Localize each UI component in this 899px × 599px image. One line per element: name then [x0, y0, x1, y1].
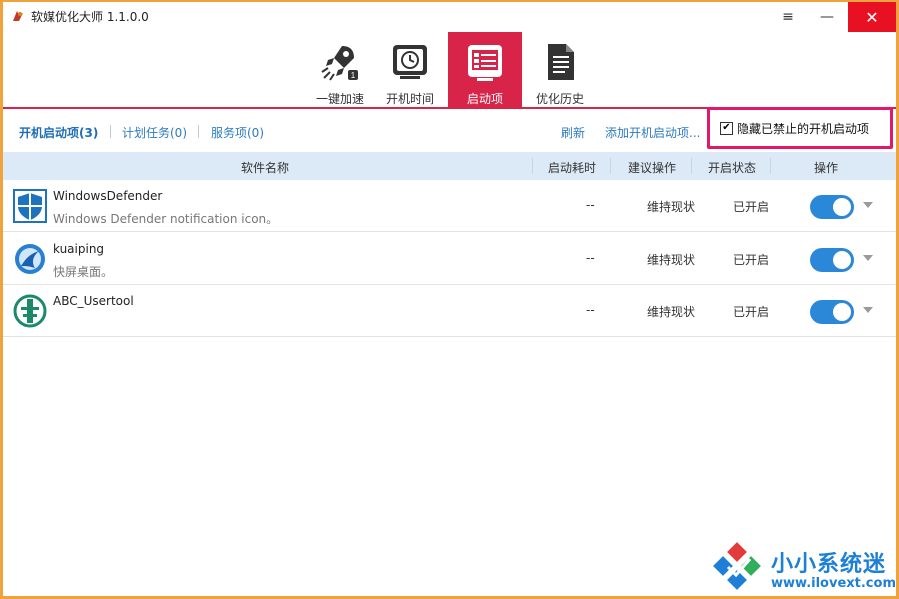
- divider: [610, 158, 611, 174]
- startup-list-icon: [468, 45, 502, 81]
- row-name: kuaiping: [53, 242, 105, 256]
- svg-text:1: 1: [351, 71, 356, 80]
- divider: [110, 125, 111, 138]
- hide-disabled-checkbox[interactable]: ✔: [720, 121, 733, 135]
- column-header-time[interactable]: 启动耗时: [548, 159, 596, 176]
- add-startup-item-link[interactable]: 添加开机启动项...: [605, 124, 700, 141]
- table-row[interactable]: WindowsDefender Windows Defender notific…: [3, 180, 896, 232]
- title-bar: 软媒优化大师 1.1.0.0 ≡ — ✕: [3, 2, 896, 32]
- table-header: 软件名称 启动耗时 建议操作 开启状态 操作: [3, 152, 896, 180]
- chevron-down-icon[interactable]: [863, 307, 873, 313]
- toggle-knob: [833, 251, 851, 269]
- tab-boot-time[interactable]: 开机时间: [373, 32, 447, 108]
- subtab-startup-items[interactable]: 开机启动项(3): [19, 124, 98, 141]
- table-row[interactable]: kuaiping 快屏桌面。 -- 维持现状 已开启: [3, 233, 896, 285]
- clock-icon: [393, 45, 427, 79]
- row-status: 已开启: [733, 200, 770, 214]
- chevron-down-icon[interactable]: [863, 202, 873, 208]
- subtab-services[interactable]: 服务项(0): [211, 124, 264, 141]
- abc-bank-logo-icon: [13, 294, 47, 328]
- row-description: Windows Defender notification icon。: [53, 212, 279, 226]
- row-name: WindowsDefender: [53, 189, 163, 203]
- minimize-button[interactable]: —: [808, 2, 846, 32]
- rocket-icon: 1: [321, 46, 358, 81]
- table-row[interactable]: ABC_Usertool -- 维持现状 已开启: [3, 285, 896, 337]
- kuaiping-logo-icon: [15, 244, 45, 274]
- window-title: 软媒优化大师 1.1.0.0: [31, 10, 149, 24]
- row-time: --: [586, 251, 595, 265]
- chevron-down-icon[interactable]: [863, 255, 873, 261]
- tab-label: 开机时间: [385, 92, 434, 106]
- menu-button[interactable]: ≡: [769, 2, 807, 32]
- tab-startup[interactable]: 启动项: [448, 32, 522, 108]
- subtab-scheduled-tasks[interactable]: 计划任务(0): [122, 124, 187, 141]
- column-header-action[interactable]: 操作: [814, 159, 838, 176]
- divider: [691, 158, 692, 174]
- divider: [198, 125, 199, 138]
- row-time: --: [586, 198, 595, 212]
- app-logo-icon: [13, 11, 23, 21]
- column-header-status[interactable]: 开启状态: [708, 159, 756, 176]
- row-suggest: 维持现状: [647, 253, 696, 267]
- column-header-name[interactable]: 软件名称: [241, 159, 289, 176]
- refresh-link[interactable]: 刷新: [561, 124, 585, 141]
- enable-toggle[interactable]: [810, 248, 854, 272]
- column-header-suggest[interactable]: 建议操作: [628, 159, 676, 176]
- divider: [532, 158, 533, 174]
- tab-history[interactable]: 优化历史: [523, 32, 597, 108]
- hide-disabled-option[interactable]: ✔ 隐藏已禁止的开机启动项: [707, 107, 893, 149]
- row-description: 快屏桌面。: [53, 265, 114, 279]
- toggle-knob: [833, 303, 851, 321]
- shield-icon: [13, 189, 47, 223]
- divider: [770, 158, 771, 174]
- main-toolbar: 1 一键加速 开机时间 启动项 优化历史: [3, 32, 896, 108]
- row-suggest: 维持现状: [647, 305, 696, 319]
- close-button[interactable]: ✕: [848, 2, 896, 32]
- tab-label: 启动项: [466, 92, 503, 106]
- app-window: 软媒优化大师 1.1.0.0 ≡ — ✕ 1 一键加速 开机时间 启动项 优化历…: [3, 2, 896, 596]
- watermark-url: www.ilovext.com: [771, 576, 896, 591]
- hide-disabled-label: 隐藏已禁止的开机启动项: [737, 121, 870, 136]
- tab-label: 一键加速: [315, 92, 364, 106]
- row-name: ABC_Usertool: [53, 294, 134, 308]
- toggle-knob: [833, 198, 851, 216]
- document-icon: [548, 44, 574, 80]
- watermark-logo-icon: [713, 542, 761, 590]
- row-status: 已开启: [733, 253, 770, 267]
- enable-toggle[interactable]: [810, 195, 854, 219]
- watermark-name: 小小系统迷: [771, 552, 887, 577]
- row-time: --: [586, 303, 595, 317]
- row-suggest: 维持现状: [647, 200, 696, 214]
- tab-boost[interactable]: 1 一键加速: [303, 32, 377, 108]
- row-status: 已开启: [733, 305, 770, 319]
- tab-label: 优化历史: [535, 92, 584, 106]
- enable-toggle[interactable]: [810, 300, 854, 324]
